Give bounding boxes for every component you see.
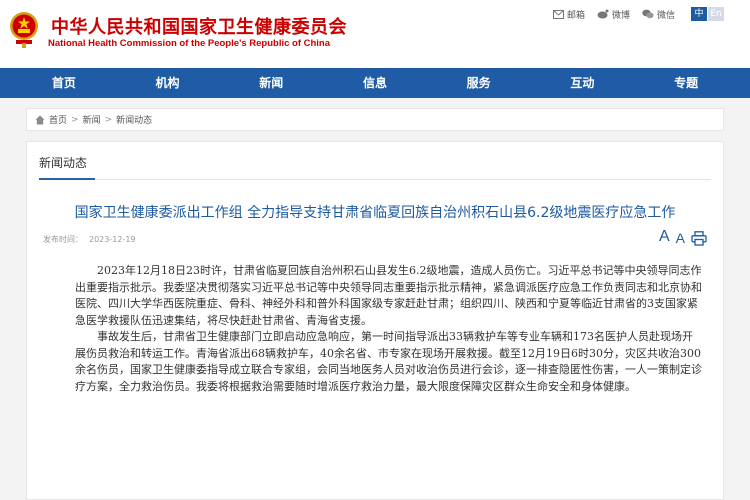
article-paragraph: 事故发生后，甘肃省卫生健康部门立即启动应急响应，第一时间指导派出33辆救护车等专… (75, 330, 702, 393)
mail-link[interactable]: 邮箱 (553, 8, 585, 21)
nav-information[interactable]: 信息 (349, 68, 401, 98)
nav-topics[interactable]: 专题 (660, 68, 712, 98)
national-emblem-icon[interactable] (9, 9, 39, 49)
breadcrumb-news[interactable]: 新闻 (83, 113, 101, 126)
nav-organization[interactable]: 机构 (142, 68, 194, 98)
nav-home[interactable]: 首页 (38, 68, 90, 98)
font-increase-button[interactable]: A (659, 228, 670, 246)
font-decrease-button[interactable]: A (676, 230, 685, 246)
mail-icon (553, 9, 564, 19)
site-title[interactable]: 中华人民共和国国家卫生健康委员会 (51, 13, 347, 39)
weibo-icon (597, 9, 609, 19)
main-nav: 首页 机构 新闻 信息 服务 互动 专题 (0, 68, 750, 98)
weibo-link[interactable]: 微博 (597, 8, 630, 21)
section-divider (39, 178, 711, 180)
language-switch: 中 En (691, 7, 725, 21)
wechat-icon (642, 9, 654, 19)
header-tools: 邮箱 微博 微信 中 En (553, 7, 725, 21)
lang-zh-button[interactable]: 中 (691, 7, 708, 21)
nav-service[interactable]: 服务 (453, 68, 505, 98)
nav-interaction[interactable]: 互动 (556, 68, 608, 98)
nav-news[interactable]: 新闻 (245, 68, 297, 98)
home-icon (35, 115, 45, 124)
weibo-label: 微博 (612, 10, 631, 21)
breadcrumb-separator: > (71, 114, 79, 125)
breadcrumb-news-updates[interactable]: 新闻动态 (116, 113, 152, 126)
breadcrumb-separator: > (104, 114, 113, 125)
publish-date: 2023-12-19 (89, 235, 136, 244)
article-title: 国家卫生健康委派出工作组 全力指导支持甘肃省临夏回族自治州积石山县6.2级地震医… (74, 205, 676, 221)
section-title: 新闻动态 (39, 156, 88, 170)
wechat-label: 微信 (657, 10, 676, 21)
mail-label: 邮箱 (567, 10, 586, 21)
article-panel: 新闻动态 国家卫生健康委派出工作组 全力指导支持甘肃省临夏回族自治州积石山县6.… (26, 141, 724, 500)
breadcrumb: 首页 > 新闻 > 新闻动态 (26, 108, 724, 131)
breadcrumb-home[interactable]: 首页 (49, 113, 67, 126)
publish-date-label: 发布时间： (43, 235, 83, 244)
lang-en-button[interactable]: En (708, 7, 725, 21)
article-body: 2023年12月18日23时许，甘肃省临夏回族自治州积石山县发生6.2级地震，造… (75, 263, 703, 395)
site-subtitle: National Health Commission of the People… (48, 38, 331, 49)
article-tools: A A (659, 228, 707, 246)
publish-meta: 发布时间： 2023-12-19 (43, 234, 136, 245)
wechat-link[interactable]: 微信 (642, 8, 675, 21)
article-paragraph: 2023年12月18日23时许，甘肃省临夏回族自治州积石山县发生6.2级地震，造… (75, 264, 702, 327)
site-header: 中华人民共和国国家卫生健康委员会 National Health Commiss… (0, 0, 750, 68)
print-icon[interactable] (691, 231, 707, 246)
